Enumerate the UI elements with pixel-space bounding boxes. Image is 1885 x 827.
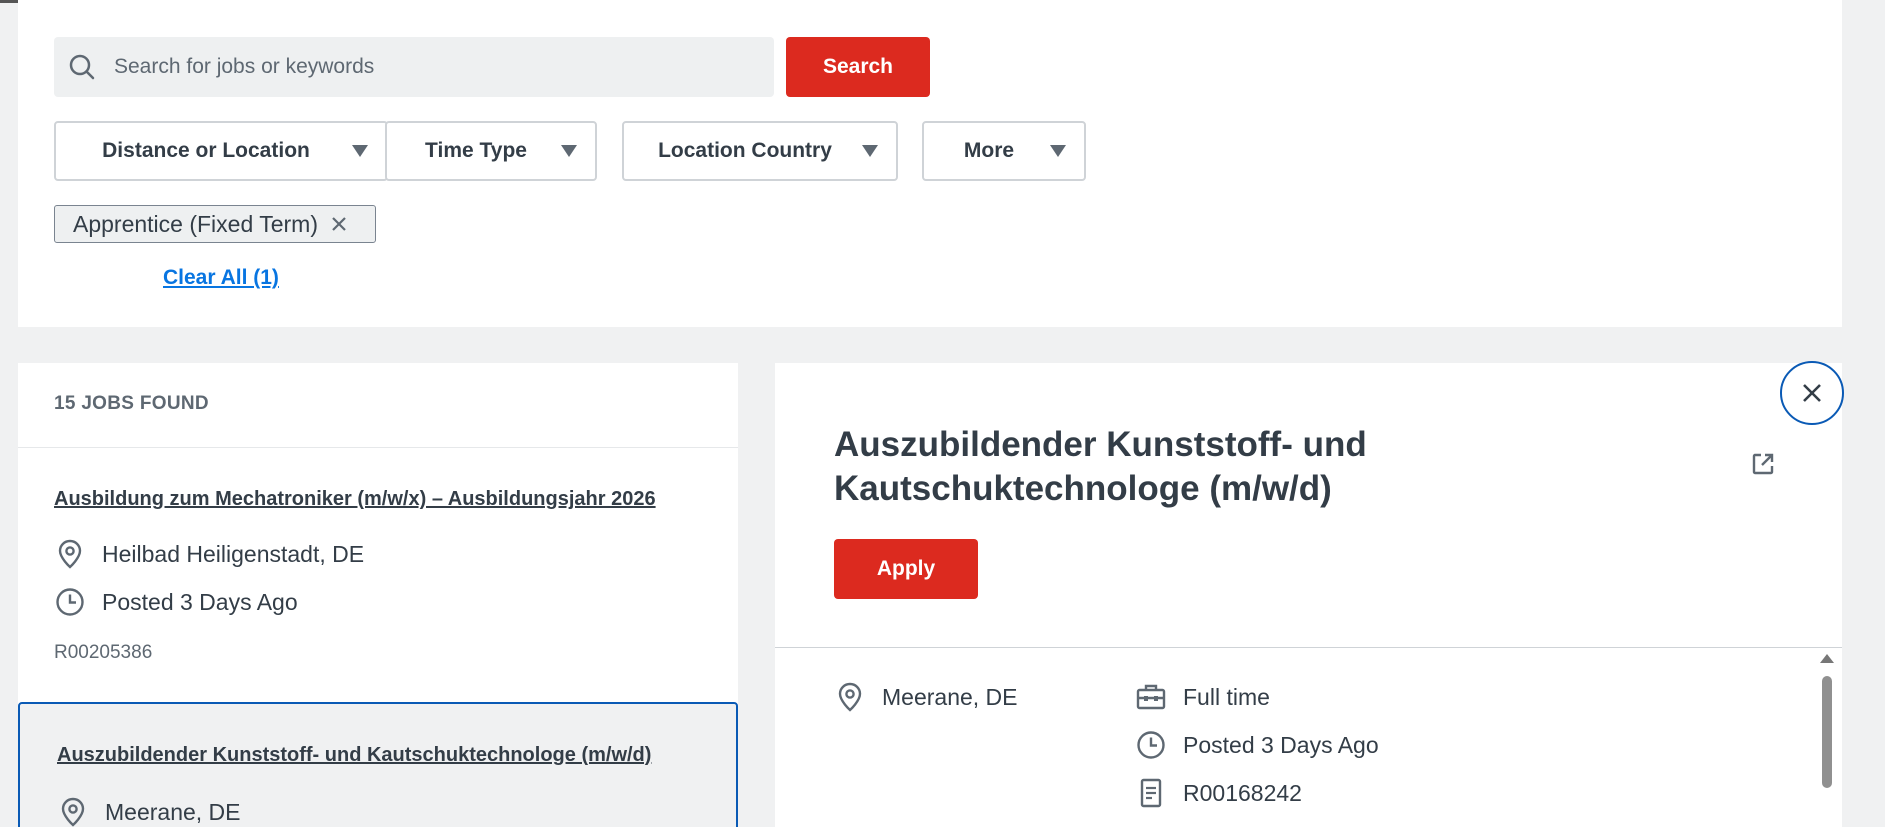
document-icon xyxy=(1135,777,1167,809)
clock-icon xyxy=(1135,729,1167,761)
search-box[interactable] xyxy=(54,37,774,97)
detail-req-id: R00168242 xyxy=(1135,777,1302,809)
filter-more[interactable]: More xyxy=(922,121,1086,181)
filter-distance-location[interactable]: Distance or Location xyxy=(54,121,388,181)
jobs-found-count: 15 JOBS FOUND xyxy=(54,393,209,414)
divider xyxy=(775,647,1842,648)
location-pin-icon xyxy=(54,538,86,570)
filter-label: Location Country xyxy=(658,139,832,162)
job-posted: Posted 3 Days Ago xyxy=(54,586,298,618)
filter-label: Time Type xyxy=(425,139,527,162)
detail-time-type-text: Full time xyxy=(1183,683,1270,710)
search-icon xyxy=(68,53,96,81)
clock-icon xyxy=(54,586,86,618)
job-card[interactable]: Ausbildung zum Mechatroniker (m/w/x) – A… xyxy=(18,448,738,663)
job-location: Meerane, DE xyxy=(57,796,241,827)
detail-location-text: Meerane, DE xyxy=(882,683,1018,710)
detail-scrollbar[interactable] xyxy=(1818,652,1834,827)
job-detail-title: Auszubildender Kunststoff- und Kautschuk… xyxy=(834,425,1367,508)
close-icon xyxy=(1800,381,1824,405)
job-title-link[interactable]: Auszubildender Kunststoff- und Kautschuk… xyxy=(57,744,651,767)
search-button[interactable]: Search xyxy=(786,37,930,97)
filter-time-type[interactable]: Time Type xyxy=(385,121,597,181)
apply-button[interactable]: Apply xyxy=(834,539,978,599)
active-filter-chip[interactable]: Apprentice (Fixed Term) xyxy=(54,205,376,243)
job-posted-text: Posted 3 Days Ago xyxy=(102,588,298,615)
location-pin-icon xyxy=(834,681,866,713)
dropdown-arrow-icon xyxy=(352,145,368,157)
detail-posted: Posted 3 Days Ago xyxy=(1135,729,1379,761)
dropdown-arrow-icon xyxy=(862,145,878,157)
close-icon[interactable] xyxy=(330,215,348,233)
search-panel: Search Distance or Location Time Type Lo… xyxy=(18,0,1842,327)
job-detail-panel: Auszubildender Kunststoff- und Kautschuk… xyxy=(775,363,1842,827)
detail-time-type: Full time xyxy=(1135,681,1270,713)
close-detail-button[interactable] xyxy=(1780,361,1844,425)
external-link-icon[interactable] xyxy=(1750,451,1776,477)
detail-location: Meerane, DE xyxy=(834,681,1018,713)
job-location: Heilbad Heiligenstadt, DE xyxy=(54,538,364,570)
scroll-up-arrow-icon[interactable] xyxy=(1820,654,1834,663)
scrollbar-thumb[interactable] xyxy=(1822,676,1832,788)
job-location-text: Meerane, DE xyxy=(105,798,241,825)
clear-all-link[interactable]: Clear All (1) xyxy=(163,266,279,290)
job-title-link[interactable]: Ausbildung zum Mechatroniker (m/w/x) – A… xyxy=(54,488,656,511)
dropdown-arrow-icon xyxy=(1050,145,1066,157)
filter-label: More xyxy=(963,139,1015,162)
job-card-selected[interactable]: Auszubildender Kunststoff- und Kautschuk… xyxy=(18,702,738,827)
chip-label: Apprentice (Fixed Term) xyxy=(73,210,318,237)
search-input[interactable] xyxy=(114,55,714,79)
location-pin-icon xyxy=(57,796,89,827)
dropdown-arrow-icon xyxy=(561,145,577,157)
briefcase-icon xyxy=(1135,681,1167,713)
filter-location-country[interactable]: Location Country xyxy=(622,121,898,181)
job-req-id: R00205386 xyxy=(54,642,153,663)
detail-req-id-text: R00168242 xyxy=(1183,779,1302,806)
job-location-text: Heilbad Heiligenstadt, DE xyxy=(102,540,365,567)
detail-posted-text: Posted 3 Days Ago xyxy=(1183,731,1379,758)
results-list-panel: 15 JOBS FOUND Ausbildung zum Mechatronik… xyxy=(18,363,738,827)
filter-label: Distance or Location xyxy=(102,139,310,162)
